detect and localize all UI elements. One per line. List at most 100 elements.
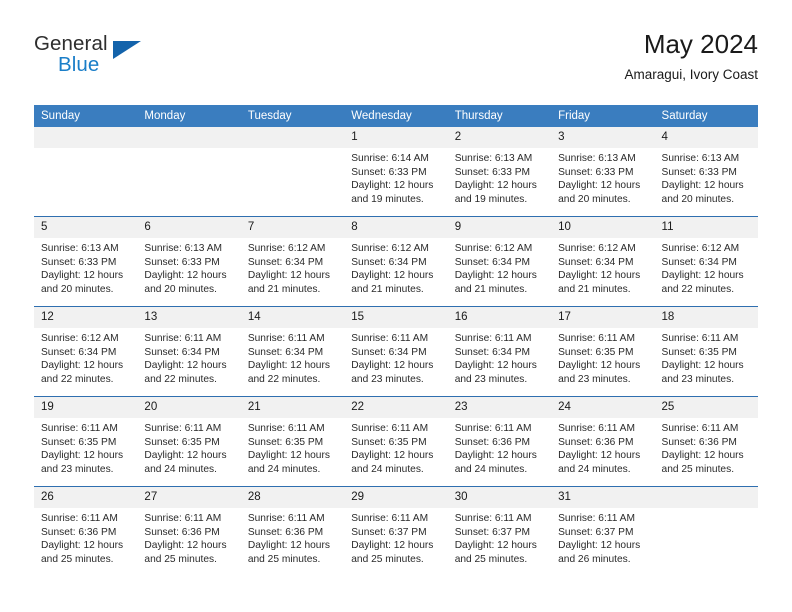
sunrise-text: Sunrise: 6:11 AM [351, 513, 429, 524]
sunrise-text: Sunrise: 6:12 AM [41, 333, 119, 344]
day-cell[interactable]: 20 Sunrise: 6:11 AM Sunset: 6:35 PM Dayl… [137, 396, 241, 487]
day-cell[interactable]: 26 Sunrise: 6:11 AM Sunset: 6:36 PM Dayl… [34, 486, 138, 576]
sunrise-text: Sunrise: 6:11 AM [558, 513, 635, 524]
day-number [137, 127, 241, 148]
day-cell[interactable]: 2 Sunrise: 6:13 AM Sunset: 6:33 PM Dayli… [447, 127, 552, 217]
weekday-header-row: Sunday Monday Tuesday Wednesday Thursday… [34, 105, 758, 127]
day-details: Sunrise: 6:11 AM Sunset: 6:34 PM Dayligh… [448, 328, 551, 386]
day-number: 2 [447, 127, 552, 148]
sunrise-text: Sunrise: 6:11 AM [351, 333, 429, 344]
day-cell[interactable]: 16 Sunrise: 6:11 AM Sunset: 6:34 PM Dayl… [447, 306, 552, 397]
day-number [654, 487, 758, 508]
title-block: May 2024 Amaragui, Ivory Coast [624, 28, 758, 85]
daylight-text-line1: Daylight: 12 hours [41, 270, 124, 282]
day-cell[interactable]: 8 Sunrise: 6:12 AM Sunset: 6:34 PM Dayli… [344, 216, 448, 307]
day-details: Sunrise: 6:13 AM Sunset: 6:33 PM Dayligh… [137, 238, 240, 296]
sunset-text: Sunset: 6:35 PM [144, 436, 220, 448]
daylight-text-line2: and 25 minutes. [454, 553, 528, 565]
daylight-text-line2: and 22 minutes. [144, 373, 217, 385]
day-cell[interactable]: 25 Sunrise: 6:11 AM Sunset: 6:36 PM Dayl… [654, 396, 758, 487]
daylight-text-line2: and 24 minutes. [247, 463, 321, 475]
day-number: 29 [344, 487, 448, 508]
day-number: 25 [654, 397, 758, 418]
sunrise-text: Sunrise: 6:11 AM [144, 423, 222, 434]
daylight-text-line2: and 20 minutes. [41, 283, 114, 295]
day-cell[interactable]: 12 Sunrise: 6:12 AM Sunset: 6:34 PM Dayl… [34, 306, 138, 397]
weekday-header-wednesday: Wednesday [344, 105, 448, 127]
daylight-text-line2: and 20 minutes. [661, 193, 735, 205]
daylight-text-line1: Daylight: 12 hours [41, 360, 124, 372]
day-cell[interactable]: 14 Sunrise: 6:11 AM Sunset: 6:34 PM Dayl… [240, 306, 345, 397]
sunset-text: Sunset: 6:34 PM [351, 346, 427, 358]
day-number: 28 [240, 487, 345, 508]
daylight-text-line1: Daylight: 12 hours [144, 450, 227, 462]
sunset-text: Sunset: 6:36 PM [661, 436, 737, 448]
weekday-header-saturday: Saturday [654, 105, 758, 127]
daylight-text-line1: Daylight: 12 hours [454, 270, 537, 282]
daylight-text-line2: and 25 minutes. [351, 553, 424, 565]
general-blue-logo[interactable]: General Blue [34, 32, 164, 88]
daylight-text-line2: and 21 minutes. [351, 283, 424, 295]
day-cell[interactable]: 30 Sunrise: 6:11 AM Sunset: 6:37 PM Dayl… [447, 486, 552, 576]
sunrise-text: Sunrise: 6:12 AM [247, 243, 326, 254]
day-cell[interactable]: 18 Sunrise: 6:11 AM Sunset: 6:35 PM Dayl… [654, 306, 758, 397]
day-cell[interactable]: 10 Sunrise: 6:12 AM Sunset: 6:34 PM Dayl… [551, 216, 655, 307]
day-cell[interactable]: 15 Sunrise: 6:11 AM Sunset: 6:34 PM Dayl… [344, 306, 448, 397]
weekday-header-tuesday: Tuesday [240, 105, 345, 127]
week-row: 19 Sunrise: 6:11 AM Sunset: 6:35 PM Dayl… [34, 396, 758, 487]
sunset-text: Sunset: 6:36 PM [247, 526, 324, 538]
sunset-text: Sunset: 6:34 PM [41, 346, 117, 358]
day-details: Sunrise: 6:11 AM Sunset: 6:35 PM Dayligh… [137, 418, 240, 476]
daylight-text-line1: Daylight: 12 hours [41, 450, 124, 462]
day-cell[interactable]: 27 Sunrise: 6:11 AM Sunset: 6:36 PM Dayl… [137, 486, 241, 576]
day-cell[interactable]: 13 Sunrise: 6:11 AM Sunset: 6:34 PM Dayl… [137, 306, 241, 397]
calendar-body: 1 Sunrise: 6:14 AM Sunset: 6:33 PM Dayli… [34, 127, 758, 576]
sunset-text: Sunset: 6:33 PM [41, 256, 117, 268]
sunset-text: Sunset: 6:34 PM [351, 256, 427, 268]
daylight-text-line2: and 23 minutes. [41, 463, 114, 475]
sunrise-text: Sunrise: 6:11 AM [144, 333, 222, 344]
day-cell-empty [34, 127, 138, 217]
daylight-text-line2: and 23 minutes. [661, 373, 735, 385]
sunset-text: Sunset: 6:34 PM [247, 256, 324, 268]
day-cell[interactable]: 1 Sunrise: 6:14 AM Sunset: 6:33 PM Dayli… [344, 127, 448, 217]
daylight-text-line1: Daylight: 12 hours [41, 540, 124, 552]
sunset-text: Sunset: 6:34 PM [247, 346, 324, 358]
day-cell[interactable]: 29 Sunrise: 6:11 AM Sunset: 6:37 PM Dayl… [344, 486, 448, 576]
day-cell[interactable]: 31 Sunrise: 6:11 AM Sunset: 6:37 PM Dayl… [551, 486, 655, 576]
daylight-text-line2: and 24 minutes. [144, 463, 217, 475]
day-cell[interactable]: 6 Sunrise: 6:13 AM Sunset: 6:33 PM Dayli… [137, 216, 241, 307]
day-number: 17 [551, 307, 655, 328]
daylight-text-line1: Daylight: 12 hours [144, 540, 227, 552]
sunset-text: Sunset: 6:37 PM [454, 526, 531, 538]
week-row: 26 Sunrise: 6:11 AM Sunset: 6:36 PM Dayl… [34, 486, 758, 576]
daylight-text-line2: and 25 minutes. [41, 553, 114, 565]
day-cell[interactable]: 17 Sunrise: 6:11 AM Sunset: 6:35 PM Dayl… [551, 306, 655, 397]
sunrise-text: Sunrise: 6:11 AM [247, 423, 325, 434]
day-cell[interactable]: 7 Sunrise: 6:12 AM Sunset: 6:34 PM Dayli… [240, 216, 345, 307]
day-cell[interactable]: 4 Sunrise: 6:13 AM Sunset: 6:33 PM Dayli… [654, 127, 758, 217]
day-cell[interactable]: 3 Sunrise: 6:13 AM Sunset: 6:33 PM Dayli… [551, 127, 655, 217]
daylight-text-line2: and 22 minutes. [247, 373, 321, 385]
day-cell[interactable]: 24 Sunrise: 6:11 AM Sunset: 6:36 PM Dayl… [551, 396, 655, 487]
day-cell[interactable]: 9 Sunrise: 6:12 AM Sunset: 6:34 PM Dayli… [447, 216, 552, 307]
day-cell[interactable]: 21 Sunrise: 6:11 AM Sunset: 6:35 PM Dayl… [240, 396, 345, 487]
daylight-text-line2: and 24 minutes. [454, 463, 528, 475]
daylight-text-line2: and 21 minutes. [558, 283, 631, 295]
day-cell[interactable]: 5 Sunrise: 6:13 AM Sunset: 6:33 PM Dayli… [34, 216, 138, 307]
sunset-text: Sunset: 6:34 PM [454, 346, 531, 358]
day-cell[interactable]: 23 Sunrise: 6:11 AM Sunset: 6:36 PM Dayl… [447, 396, 552, 487]
day-cell[interactable]: 22 Sunrise: 6:11 AM Sunset: 6:35 PM Dayl… [344, 396, 448, 487]
weekday-header-sunday: Sunday [34, 105, 138, 127]
day-cell[interactable]: 28 Sunrise: 6:11 AM Sunset: 6:36 PM Dayl… [240, 486, 345, 576]
day-cell[interactable]: 19 Sunrise: 6:11 AM Sunset: 6:35 PM Dayl… [34, 396, 138, 487]
day-number: 19 [34, 397, 138, 418]
day-number: 16 [447, 307, 552, 328]
sunrise-text: Sunrise: 6:11 AM [558, 423, 635, 434]
sunset-text: Sunset: 6:36 PM [144, 526, 220, 538]
day-number: 11 [654, 217, 758, 238]
day-cell-empty [240, 127, 345, 217]
day-number: 3 [551, 127, 655, 148]
day-number: 13 [137, 307, 241, 328]
day-cell[interactable]: 11 Sunrise: 6:12 AM Sunset: 6:34 PM Dayl… [654, 216, 758, 307]
